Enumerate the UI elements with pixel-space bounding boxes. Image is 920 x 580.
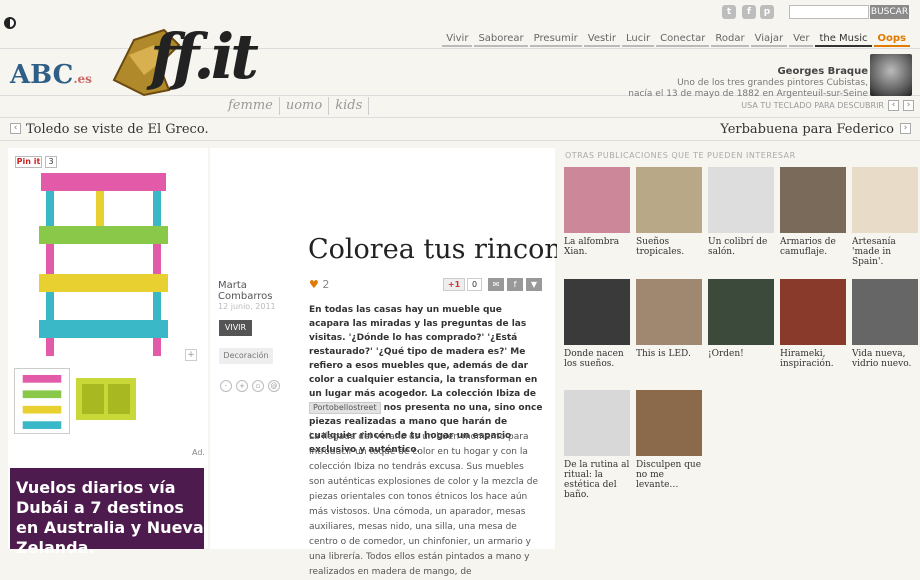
text-larger-icon[interactable]: +: [236, 380, 248, 392]
related-caption[interactable]: Artesanía 'made in Spain'.: [852, 237, 918, 267]
mail-share-icon[interactable]: ✉: [488, 278, 504, 291]
sub-nav: femme uomo kids: [222, 97, 370, 115]
related-thumb[interactable]: [708, 279, 774, 345]
email-icon[interactable]: @: [268, 380, 280, 392]
prev-arrow-icon[interactable]: ‹: [888, 100, 899, 111]
nav-lucir[interactable]: Lucir: [622, 31, 655, 47]
related-card[interactable]: Disculpen que no me levante…: [636, 390, 702, 490]
pinterest-button[interactable]: Pin it: [15, 156, 42, 168]
gallery-thumb-1[interactable]: [14, 368, 70, 434]
prev-article-icon[interactable]: ‹: [10, 123, 21, 134]
related-card[interactable]: Vida nueva, vidrio nuevo.: [852, 279, 918, 369]
contrast-toggle-icon[interactable]: [4, 17, 16, 29]
related-caption[interactable]: Sueños tropicales.: [636, 237, 702, 257]
subnav-kids[interactable]: kids: [329, 97, 370, 115]
main-nav: Vivir Saborear Presumir Vestir Lucir Con…: [440, 31, 910, 47]
related-caption[interactable]: Vida nueva, vidrio nuevo.: [852, 349, 918, 369]
nav-rodar[interactable]: Rodar: [711, 31, 749, 47]
facebook-share-icon[interactable]: f: [507, 278, 523, 291]
related-card[interactable]: Hirameki, inspiración.: [780, 279, 846, 369]
related-card[interactable]: Un colibrí de salón.: [708, 167, 774, 257]
related-thumb[interactable]: [780, 167, 846, 233]
print-icon[interactable]: ▫: [252, 380, 264, 392]
portrait-image: [870, 54, 912, 96]
related-thumb[interactable]: [852, 167, 918, 233]
subnav-femme[interactable]: femme: [222, 97, 280, 115]
related-thumb[interactable]: [636, 167, 702, 233]
related-thumb[interactable]: [852, 279, 918, 345]
search-button[interactable]: BUSCAR: [870, 5, 909, 19]
nav-ver[interactable]: Ver: [789, 31, 814, 47]
nav-viajar[interactable]: Viajar: [750, 31, 788, 47]
related-thumb[interactable]: [564, 279, 630, 345]
related-card[interactable]: Artesanía 'made in Spain'.: [852, 167, 918, 267]
subnav-uomo[interactable]: uomo: [280, 97, 330, 115]
keyboard-hint: USA TU TECLADO PARA DESCUBRIR: [741, 101, 884, 110]
google-plus-count: 0: [467, 278, 482, 291]
article-body: La llegada del verano es un buen momento…: [309, 432, 539, 577]
ad-label: Ad.: [192, 448, 205, 457]
related-caption[interactable]: This is LED.: [636, 349, 702, 359]
related-card[interactable]: Donde nacen los sueños.: [564, 279, 630, 369]
related-caption[interactable]: ¡Orden!: [708, 349, 774, 359]
delicious-share-icon[interactable]: ▼: [526, 278, 542, 291]
pin-count: 3: [45, 156, 57, 168]
nav-saborear[interactable]: Saborear: [474, 31, 528, 47]
related-caption[interactable]: La alfombra Xian.: [564, 237, 630, 257]
related-thumb[interactable]: [564, 167, 630, 233]
related-thumb[interactable]: [636, 390, 702, 456]
category-badge[interactable]: VIVIR: [219, 320, 252, 336]
related-caption[interactable]: Un colibrí de salón.: [708, 237, 774, 257]
prev-article-link[interactable]: Toledo se viste de El Greco.: [26, 122, 209, 137]
nav-oops[interactable]: Oops: [873, 31, 910, 47]
article-author[interactable]: Marta Combarros: [218, 280, 288, 302]
related-caption[interactable]: Hirameki, inspiración.: [780, 349, 846, 369]
related-thumb[interactable]: [708, 167, 774, 233]
gallery-thumb-2[interactable]: [74, 372, 138, 424]
related-card[interactable]: ¡Orden!: [708, 279, 774, 359]
site-logo[interactable]: ff.it: [150, 22, 259, 92]
heart-icon[interactable]: ♥: [309, 278, 319, 291]
ad-banner[interactable]: Vuelos diarios vía Dubái a 7 destinos en…: [10, 468, 204, 557]
google-plus-button[interactable]: +1: [443, 278, 465, 291]
nav-conectar[interactable]: Conectar: [656, 31, 710, 47]
article-date: 12 junio, 2011: [218, 302, 276, 311]
nav-the-music[interactable]: the Music: [815, 31, 872, 47]
related-title: OTRAS PUBLICACIONES QUE TE PUEDEN INTERE…: [565, 151, 796, 160]
related-caption[interactable]: Armarios de camuflaje.: [780, 237, 846, 257]
related-card[interactable]: La alfombra Xian.: [564, 167, 630, 257]
next-article-icon[interactable]: ›: [900, 123, 911, 134]
search-input[interactable]: [789, 5, 869, 19]
nav-vivir[interactable]: Vivir: [442, 31, 473, 47]
tag-badge[interactable]: Decoración: [219, 348, 273, 364]
daily-quote: Georges Braque Uno de los tres grandes p…: [628, 66, 868, 99]
next-arrow-icon[interactable]: ›: [903, 100, 914, 111]
related-card[interactable]: Armarios de camuflaje.: [780, 167, 846, 257]
related-thumb[interactable]: [564, 390, 630, 456]
related-card[interactable]: De la rutina al ritual: la estética del …: [564, 390, 630, 500]
related-thumb[interactable]: [636, 279, 702, 345]
related-caption[interactable]: De la rutina al ritual: la estética del …: [564, 460, 630, 500]
related-thumb[interactable]: [780, 279, 846, 345]
related-card[interactable]: This is LED.: [636, 279, 702, 359]
next-article-link[interactable]: Yerbabuena para Federico: [720, 122, 894, 137]
text-smaller-icon[interactable]: -: [220, 380, 232, 392]
facebook-icon[interactable]: f: [742, 5, 756, 19]
related-caption[interactable]: Donde nacen los sueños.: [564, 349, 630, 369]
related-card[interactable]: Sueños tropicales.: [636, 167, 702, 257]
abc-logo[interactable]: ABC.es: [10, 62, 92, 92]
like-counter[interactable]: ♥ 2: [309, 278, 329, 291]
pinterest-icon[interactable]: p: [760, 5, 774, 19]
related-caption[interactable]: Disculpen que no me levante…: [636, 460, 702, 490]
furniture-main-image[interactable]: [36, 168, 171, 358]
zoom-plus-icon[interactable]: +: [185, 349, 197, 361]
nav-presumir[interactable]: Presumir: [529, 31, 582, 47]
nav-vestir[interactable]: Vestir: [583, 31, 620, 47]
twitter-icon[interactable]: t: [722, 5, 736, 19]
brand-tag[interactable]: Portobellostreet: [309, 402, 381, 414]
